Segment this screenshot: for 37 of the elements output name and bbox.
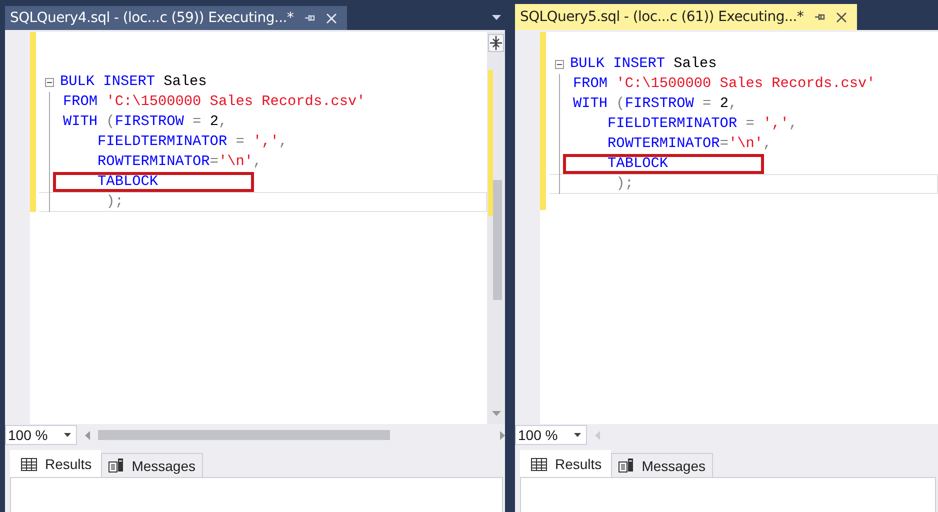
scroll-down-icon[interactable] <box>492 411 501 416</box>
code-line: ROWTERMINATOR='\n', <box>606 135 772 154</box>
code-line: FIELDTERMINATOR = ',', <box>96 133 288 152</box>
scrollbar-thumb[interactable] <box>493 180 502 300</box>
caret-icon <box>574 433 581 437</box>
scroll-left-icon[interactable] <box>85 430 90 440</box>
grid-icon <box>21 458 37 470</box>
scrollbar-thumb[interactable] <box>98 430 390 440</box>
document-icon <box>108 458 124 473</box>
code-line: BULK INSERT Sales <box>60 73 207 92</box>
code-line: WITH (FIRSTROW = 2, <box>573 95 738 114</box>
code-line: WITH (FIRSTROW = 2, <box>63 113 228 132</box>
caret-icon <box>64 433 71 437</box>
zoom-dropdown[interactable]: 100 % <box>515 425 587 445</box>
code-line: BULK INSERT Sales <box>570 55 717 74</box>
dropdown-icon[interactable] <box>492 15 501 20</box>
zoom-dropdown[interactable]: 100 % <box>5 425 77 445</box>
code-line: FROM 'C:\1500000 Sales Records.csv' <box>63 93 366 112</box>
pin-icon[interactable] <box>814 12 826 22</box>
collapse-icon[interactable] <box>555 60 564 68</box>
result-tab[interactable]: Messages <box>100 453 202 477</box>
split-icon[interactable] <box>488 34 504 52</box>
scroll-right-icon[interactable] <box>500 430 505 440</box>
code-line: FROM 'C:\1500000 Sales Records.csv' <box>573 75 876 94</box>
grid-icon <box>531 458 547 470</box>
vertical-scrollbar[interactable] <box>487 32 505 424</box>
document-tab[interactable]: SQLQuery5.sql - (loc...c (61)) Executing...* <box>515 4 857 30</box>
result-tab[interactable]: Messages <box>610 453 712 477</box>
code-line: ROWTERMINATOR='\n', <box>96 153 262 172</box>
document-icon <box>618 458 634 473</box>
code-line: FIELDTERMINATOR = ',', <box>606 115 798 134</box>
result-tab[interactable]: Results <box>10 450 101 477</box>
result-tab[interactable]: Results <box>520 450 611 477</box>
close-icon[interactable] <box>836 12 847 22</box>
code-line: ); <box>615 175 634 194</box>
code-line: ); <box>105 193 124 212</box>
collapse-icon[interactable] <box>45 78 54 86</box>
